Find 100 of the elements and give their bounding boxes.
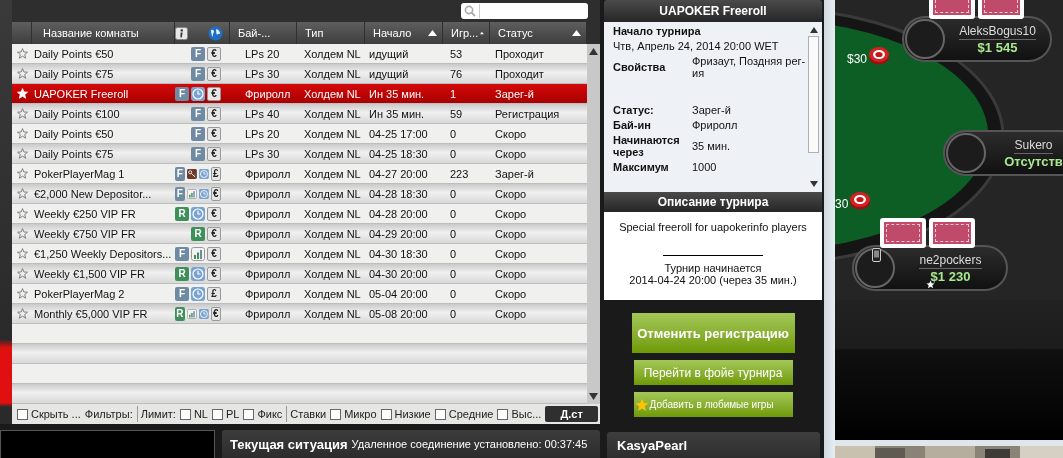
filter-button[interactable]: Д.ст [545, 406, 598, 422]
bet-amount: 30 [835, 197, 849, 211]
tournament-row[interactable]: Daily Points €50 F € LPs 20 Холдем NL идущий 53 Проходит [12, 44, 587, 64]
tournament-row[interactable]: Daily Points €75 F € LPs 30 Холдем NL 04-25 18:30 0 Скоро [12, 144, 587, 164]
tournament-name: PokerPlayerMag 1 [33, 166, 126, 182]
detail-label: Начинаются через [613, 134, 681, 158]
checkbox-label[interactable]: Низкие [394, 408, 431, 420]
tournament-row[interactable]: €2,000 New Depositor... F € Фриролл Холдем NL 04-28 18:30 0 Скоро [12, 184, 587, 204]
start-time: 04-25 18:30 [368, 146, 429, 162]
sort-arrow-icon [480, 30, 484, 36]
tournament-row[interactable]: PokerPlayerMag 2 F £ Фриролл Холдем NL 05-04 20:00 0 Скоро [12, 284, 587, 304]
detail-label: Бай-ин [613, 119, 652, 131]
player-count: 0 [449, 126, 458, 142]
buy-in: Фриролл [244, 286, 292, 302]
scroll-up-icon[interactable] [809, 27, 818, 33]
tournament-row[interactable]: Weekly €1,500 VIP FR R € Фриролл Холдем NL 04-30 20:00 0 Скоро [12, 264, 587, 284]
currency-badge: € [207, 146, 221, 161]
star-icon[interactable] [16, 148, 28, 159]
checkbox[interactable] [243, 408, 255, 420]
player-name: Sukero [1014, 137, 1053, 154]
star-icon[interactable] [16, 128, 28, 139]
tournament-row[interactable]: Daily Points €100 F € LPs 40 Холдем NL Ин 35 мин. 59 Регистрация [12, 104, 587, 124]
star-icon[interactable] [16, 188, 28, 199]
tournament-row[interactable]: UAPOKER Freeroll F € Фриролл Холдем NL Ин 35 мин. 1 Зарег-й [12, 84, 587, 104]
tournament-row[interactable]: €1,250 Weekly Depositors... F € Фриролл Холдем NL 04-30 18:30 0 Скоро [12, 244, 587, 264]
star-icon[interactable] [16, 48, 28, 59]
status-title: Текущая ситуация [230, 436, 348, 452]
player-seat[interactable]: Sukero Отсутств [943, 130, 1063, 176]
filter-label: Ставки [286, 406, 327, 422]
checkbox[interactable] [179, 408, 191, 420]
start-time: 04-30 18:30 [368, 246, 429, 262]
tournament-row[interactable]: Daily Points €50 F € LPs 20 Холдем NL 04-25 17:00 0 Скоро [12, 124, 587, 144]
player-count: 0 [449, 286, 458, 302]
checkbox[interactable] [380, 408, 392, 420]
description-text: Special freeroll for uapokerinfo players [619, 221, 807, 233]
scroll-down-icon[interactable] [589, 393, 598, 400]
checkbox-label[interactable]: NL [193, 408, 208, 420]
tournament-status: Скоро [494, 306, 528, 322]
tournament-row[interactable]: Monthly €5,000 VIP FR R € Фриролл Холдем NL 05-08 20:00 0 Скоро [12, 304, 587, 324]
buy-in: LPs 20 [244, 126, 281, 142]
bar-chart-icon [191, 246, 205, 261]
buy-in: LPs 40 [244, 106, 281, 122]
tournament-status: Скоро [494, 186, 528, 202]
checkbox[interactable] [497, 408, 509, 420]
start-time: 04-27 20:00 [368, 166, 429, 182]
scroll-down-icon[interactable] [809, 181, 818, 187]
tournament-row[interactable]: Weekly €750 VIP FR R € Фриролл Холдем NL 04-29 20:00 0 Скоро [12, 224, 587, 244]
star-icon[interactable] [16, 248, 28, 259]
tournament-status: Скоро [494, 286, 528, 302]
scrollbar[interactable] [587, 44, 600, 404]
tournament-status: Скоро [494, 226, 528, 242]
start-time: Ин 35 мин. [368, 106, 426, 122]
chip-icon [868, 45, 891, 65]
checkbox-label[interactable]: Микро [344, 408, 377, 420]
checkbox[interactable] [330, 408, 342, 420]
tournament-name: Daily Points €75 [33, 66, 115, 82]
detail-text: Чтв, Апрель 24, 2014 20:00 WET [613, 40, 780, 52]
game-type-badge: F [191, 66, 205, 81]
checkbox-label[interactable]: Средние [448, 408, 494, 420]
search-field[interactable] [461, 3, 588, 19]
globe-icon[interactable] [208, 25, 223, 41]
buy-in: LPs 20 [244, 46, 281, 62]
star-icon[interactable] [16, 268, 28, 279]
scrollbar[interactable] [807, 25, 820, 189]
checkbox-label[interactable]: Выс... [511, 408, 542, 420]
currency-badge: € [207, 46, 221, 61]
game-type-badge: F [191, 146, 205, 161]
star-icon[interactable] [16, 108, 28, 119]
tournament-status: Скоро [494, 146, 528, 162]
game-type: Холдем NL [303, 306, 362, 322]
star-icon[interactable] [16, 68, 28, 79]
player-count: 59 [449, 106, 464, 122]
player-count: 223 [449, 166, 470, 182]
checkbox[interactable] [17, 408, 28, 420]
checkbox-label[interactable]: Скрыть ... [31, 408, 81, 420]
tournament-name: Weekly €1,500 VIP FR [33, 266, 146, 282]
star-icon[interactable] [16, 168, 28, 179]
detail-label: Статус: [613, 104, 655, 116]
star-icon[interactable] [16, 228, 28, 239]
checkbox-label[interactable]: Фикс [257, 408, 283, 420]
game-type-badge: F [175, 286, 189, 301]
info-icon[interactable] [175, 26, 188, 40]
start-time: 05-04 20:00 [368, 286, 429, 302]
tournament-status: Скоро [494, 246, 528, 262]
player-seat[interactable]: AleksBogus10 $1 545 [902, 16, 1052, 62]
checkbox[interactable] [211, 408, 223, 420]
tournament-row[interactable]: Daily Points €75 F € LPs 30 Холдем NL идущий 76 Проходит [12, 64, 587, 84]
game-type: Холдем NL [303, 226, 362, 242]
currency-badge: € [207, 266, 221, 281]
scroll-up-icon[interactable] [589, 48, 598, 55]
currency-badge: € [207, 86, 221, 101]
star-icon[interactable] [16, 288, 28, 299]
tournament-name: Daily Points €50 [33, 46, 115, 62]
tournament-row[interactable]: PokerPlayerMag 1 F £ Фриролл Холдем NL 04-27 20:00 223 Зарег-й [12, 164, 587, 184]
player-seat[interactable]: ne2pockers $1 230 [852, 245, 1008, 291]
star-icon[interactable] [16, 208, 28, 219]
checkbox-label[interactable]: PL [225, 408, 240, 420]
checkbox[interactable] [434, 408, 446, 420]
tournament-row[interactable]: Weekly €250 VIP FR R € Фриролл Холдем NL 04-28 20:00 0 Скоро [12, 204, 587, 224]
star-icon[interactable] [16, 308, 28, 319]
